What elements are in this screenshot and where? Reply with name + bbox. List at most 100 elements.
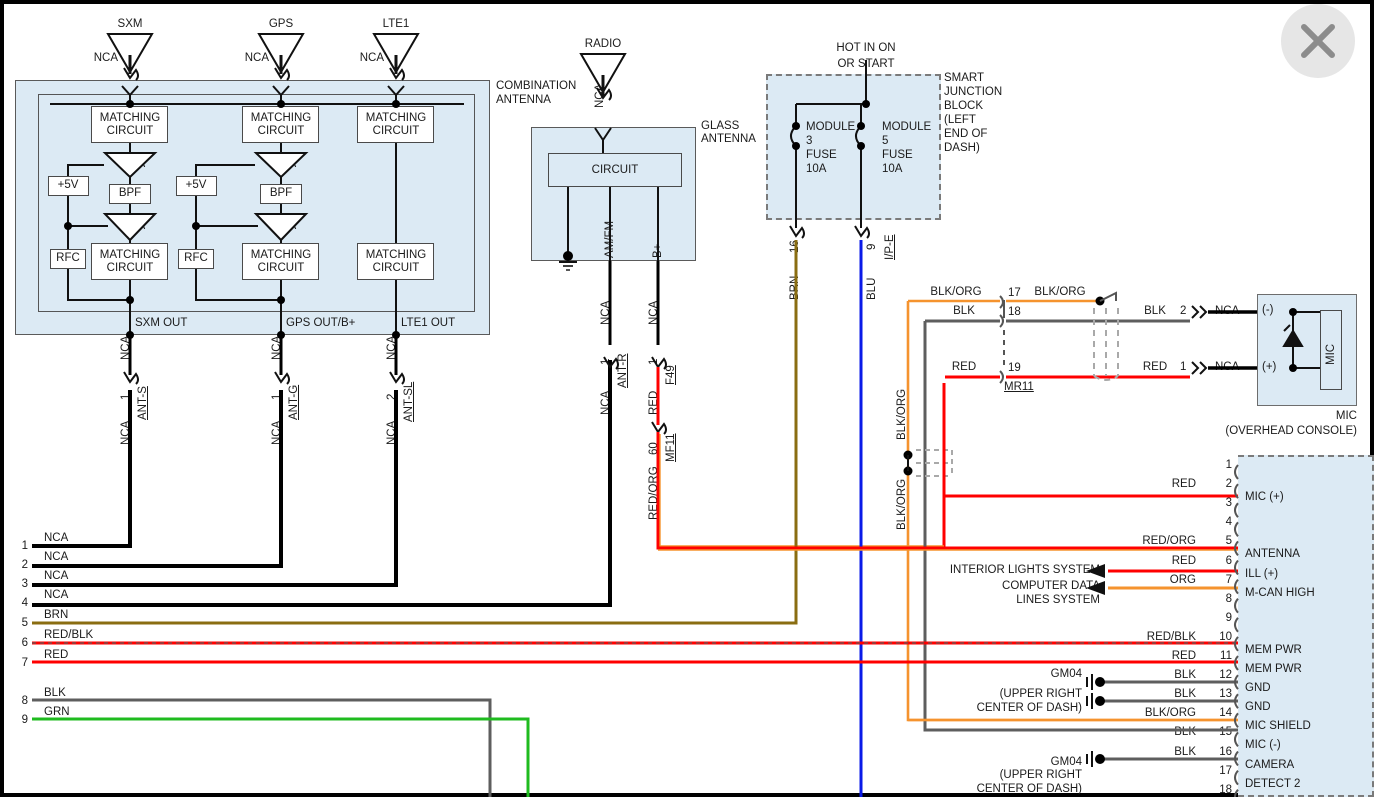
right-pin-16-color: BLK [1174, 745, 1196, 758]
ground-2-loc-1: (UPPER RIGHT [999, 769, 1082, 781]
mr11-row2-far-cable: NCA [1215, 305, 1240, 317]
mr11-row1-pin: 17 [1008, 287, 1021, 299]
fuse2-name-line1: MODULE [882, 121, 932, 133]
fuse2-wire-color: BLU [866, 277, 878, 300]
fuse1-type-line1: FUSE [806, 149, 837, 161]
left-pin-4-color: NCA [44, 589, 69, 601]
downlead-pin-lte1: 2 [386, 393, 398, 400]
combination-antenna-caption-2: ANTENNA [496, 94, 551, 106]
bplus-wire-color: RED [648, 390, 660, 415]
bplus-cable-top: NCA [648, 300, 660, 325]
right-pin-6-color: RED [1171, 554, 1196, 567]
right-pin-7-color: ORG [1169, 573, 1196, 586]
left-pin-5-color: BRN [44, 609, 69, 621]
mr11-row3-far-pin: 1 [1180, 361, 1187, 373]
blkorg-vertical-lower: BLK/ORG [896, 478, 908, 530]
mic-caption-1: MIC [1335, 410, 1357, 422]
matching-circuit-upper-sxm-line2: CIRCUIT [106, 125, 154, 137]
right-pin-5-function: ANTENNA [1245, 548, 1300, 561]
antenna-cable-radio: NCA [594, 83, 606, 108]
mr11-connector-name: MR11 [1004, 381, 1034, 393]
mr11-row3-pin: 19 [1008, 362, 1021, 374]
left-pin-2-number: 2 [21, 559, 28, 571]
right-pin-14-number: 14 [1219, 707, 1232, 720]
right-pin-13-function: GND [1245, 701, 1271, 714]
matching-circuit-lower-lte1-line2: CIRCUIT [372, 262, 420, 274]
right-pin-10-number: 10 [1219, 630, 1232, 643]
downlead-cable-sxm-bot: NCA [120, 420, 132, 445]
right-pin-6-function: ILL (+) [1245, 567, 1279, 580]
sjb-caption-4: (LEFT [944, 114, 976, 126]
bplus-conn: F49 [665, 365, 677, 385]
mr11-row2-left-color: BLK [953, 305, 975, 317]
mr11-row2-far-pin: 2 [1180, 305, 1187, 317]
right-pin-13-color: BLK [1174, 688, 1196, 701]
antenna-cable-sxm: NCA [93, 52, 118, 64]
mr11-row2-pin: 18 [1008, 306, 1021, 318]
left-pin-6-number: 6 [21, 637, 28, 649]
right-pin-11-color: RED [1171, 650, 1196, 662]
output-label-sxm: SXM OUT [135, 317, 188, 329]
bpf-label-sxm: BPF [118, 187, 142, 199]
left-pin-7-number: 7 [21, 657, 28, 669]
lna-label-gps-upper: LNA [273, 158, 297, 170]
left-pin-8-number: 8 [21, 695, 28, 707]
right-pin-17-function: DETECT 2 [1245, 777, 1301, 790]
mic-terminal-plus: (+) [1262, 361, 1277, 373]
bplus-pin2: 60 [648, 442, 660, 455]
close-icon [1301, 24, 1335, 58]
glass-antenna-caption-2: ANTENNA [701, 133, 756, 145]
right-pin-10-function: MEM PWR [1245, 643, 1302, 656]
fuse2-type-line1: FUSE [882, 149, 913, 161]
system-arrow-1-line1: INTERIOR LIGHTS SYSTEM [949, 564, 1100, 576]
right-pin-2-number: 2 [1225, 478, 1232, 491]
glass-antenna-caption-1: GLASS [701, 120, 740, 132]
downlead-cable-gps-bot: NCA [271, 420, 283, 445]
downlead-conn-gps: ANT-G [288, 384, 300, 420]
right-pin-2-color: RED [1171, 478, 1196, 491]
output-label-gps: GPS OUT/B+ [286, 317, 356, 329]
right-pin-12-function: GND [1245, 682, 1271, 695]
right-pin-7-function: M-CAN HIGH [1245, 586, 1315, 599]
right-pin-14-color: BLK/ORG [1144, 707, 1196, 720]
lna-label-sxm-upper: LNA [122, 158, 146, 170]
fuse2-type-line2: 10A [882, 163, 903, 175]
matching-circuit-upper-lte1-line1: MATCHING [365, 112, 427, 124]
amfm-cable-top: NCA [600, 300, 612, 325]
amfm-conn: ANT-R [617, 353, 629, 389]
fuse2-conn: I/P-E [884, 234, 896, 260]
matching-circuit-lower-gps-line1: MATCHING [250, 249, 312, 261]
left-pin-2-color: NCA [44, 551, 69, 563]
left-pin-5-number: 5 [21, 617, 28, 629]
right-pin-17-number: 17 [1219, 764, 1232, 777]
right-pin-2-function: MIC (+) [1245, 491, 1284, 504]
downlead-cable-lte1-top: NCA [386, 335, 398, 360]
close-button[interactable] [1281, 4, 1355, 78]
matching-circuit-upper-sxm-line1: MATCHING [99, 112, 161, 124]
fuse1-name-line1: MODULE [806, 121, 856, 133]
downlead-pin-sxm: 1 [120, 393, 132, 400]
right-pin-16-number: 16 [1219, 745, 1232, 758]
left-pin-3-color: NCA [44, 570, 69, 582]
mic-caption-2: (OVERHEAD CONSOLE) [1225, 425, 1357, 437]
antenna-cable-gps: NCA [244, 52, 269, 64]
mr11-row3-left-color: RED [951, 361, 977, 373]
left-pin-9-number: 9 [21, 714, 28, 726]
right-pin-6-number: 6 [1225, 554, 1232, 567]
bplus-pin: 1 [648, 358, 660, 365]
right-pin-3-number: 3 [1225, 497, 1232, 510]
mr11-row3-right-color: RED [1142, 361, 1168, 373]
mr11-row1-left-color: BLK/ORG [930, 286, 982, 298]
glass-antenna-out-bplus: B+ [652, 243, 664, 258]
frame-border-left [0, 0, 4, 797]
bpf-label-gps: BPF [269, 187, 293, 199]
mr11-row2-right-color: BLK [1144, 305, 1166, 317]
right-pin-15-number: 15 [1219, 726, 1232, 739]
left-pin-3-number: 3 [21, 578, 28, 590]
frame-border-top [0, 0, 1374, 4]
bplus-wire-color2: RED/ORG [648, 466, 660, 520]
matching-circuit-upper-gps-line2: CIRCUIT [257, 125, 305, 137]
wiring-diagram-canvas: COMBINATION ANTENNA SXM NCA GPS NCA LTE1… [0, 0, 1374, 797]
right-pin-5-color: RED/ORG [1142, 535, 1196, 548]
system-arrow-2-line1: COMPUTER DATA [1002, 580, 1100, 592]
